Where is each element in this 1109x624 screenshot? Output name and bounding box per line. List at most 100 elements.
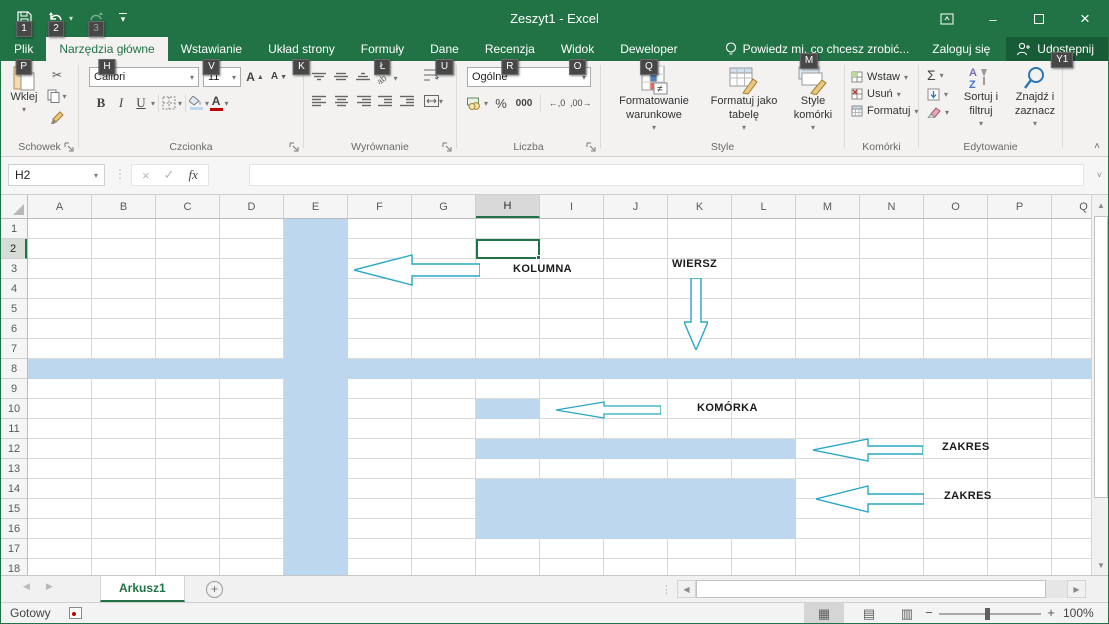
tab-formuły[interactable]: FormułyŁ [348,37,417,61]
scroll-down-icon[interactable]: ▼ [1092,555,1109,575]
tab-narzędzia-główne[interactable]: Narzędzia główneH [46,37,167,61]
italic-button[interactable]: I [111,94,131,112]
name-box[interactable]: H2 ▾ [8,164,105,186]
row-header-12[interactable]: 12 [1,439,27,459]
fill-handle[interactable] [536,255,541,260]
insert-function-button[interactable]: fx [189,167,198,183]
tab-wstawianie[interactable]: WstawianieV [168,37,255,61]
column-header-m[interactable]: M [796,195,860,218]
clear-button[interactable]: ▾ [927,104,949,120]
row-header-1[interactable]: 1 [1,219,27,239]
sort-filter-button[interactable]: A Z Sortuj i filtruj ▾ [955,65,1007,129]
row-header-18[interactable]: 18 [1,559,27,575]
row-header-11[interactable]: 11 [1,419,27,439]
row-header-14[interactable]: 14 [1,479,27,499]
align-top-button[interactable] [312,72,327,84]
tell-me-box[interactable]: Powiedz mi, co chcesz zrobić... M [719,37,916,61]
underline-button[interactable]: U [131,94,151,112]
column-header-a[interactable]: A [28,195,92,218]
align-middle-button[interactable] [334,72,349,84]
fill-color-button[interactable]: ▾ [189,94,209,112]
collapse-ribbon-button[interactable]: ˄ [1094,141,1100,152]
dialog-launcher-icon[interactable] [289,142,300,153]
increase-font-button[interactable]: A▲ [245,68,265,86]
row-header-7[interactable]: 7 [1,339,27,359]
tab-układ-strony[interactable]: Układ stronyK [255,37,348,61]
row-header-13[interactable]: 13 [1,459,27,479]
insert-cells-button[interactable]: Wstaw ▾ [851,69,908,85]
column-header-j[interactable]: J [604,195,668,218]
align-center-button[interactable] [334,95,349,107]
sheet-tab-arkusz1[interactable]: Arkusz1 [100,576,185,602]
increase-decimal-button[interactable]: ←,0 [547,94,567,112]
column-header-k[interactable]: K [668,195,732,218]
delete-cells-button[interactable]: Usuń ▾ [851,86,901,102]
format-cells-button[interactable]: Formatuj ▾ [851,103,918,119]
decrease-font-button[interactable]: A▼ [269,68,289,86]
tab-scrollbar-splitter[interactable]: ⋮ [661,583,672,596]
align-bottom-button[interactable] [356,72,371,84]
font-color-button[interactable]: A ▾ [209,94,229,112]
column-header-g[interactable]: G [412,195,476,218]
undo-button[interactable]: 2 [47,9,65,27]
minimize-button[interactable]: – [970,1,1016,37]
column-header-h[interactable]: H [476,195,540,218]
column-header-d[interactable]: D [220,195,284,218]
ribbon-display-options-button[interactable] [924,1,970,37]
expand-formula-bar-button[interactable]: ˅ [1097,170,1102,180]
column-header-o[interactable]: O [924,195,988,218]
next-sheet-icon[interactable]: ▶ [46,581,53,592]
tab-recenzja[interactable]: RecenzjaR [472,37,548,61]
cut-button[interactable]: ✂ [47,66,67,84]
comma-style-button[interactable]: 000 [514,94,534,112]
fill-button[interactable]: ▾ [927,86,948,102]
align-left-button[interactable] [312,95,327,107]
accounting-format-button[interactable]: ▾ [467,94,488,112]
column-header-f[interactable]: F [348,195,412,218]
normal-view-button[interactable]: ▦ [804,603,844,624]
row-header-17[interactable]: 17 [1,539,27,559]
formula-input[interactable] [249,164,1084,186]
align-right-button[interactable] [356,95,371,107]
dialog-launcher-icon[interactable] [586,142,597,153]
select-all-button[interactable] [1,195,28,219]
maximize-button[interactable] [1016,1,1062,37]
page-layout-view-button[interactable]: ▤ [849,603,889,624]
row-header-15[interactable]: 15 [1,499,27,519]
row-header-4[interactable]: 4 [1,279,27,299]
column-header-p[interactable]: P [988,195,1052,218]
row-header-10[interactable]: 10 [1,399,27,419]
copy-button[interactable]: ▾ [47,87,67,105]
find-select-button[interactable]: Znajdź i zaznacz ▾ [1009,65,1061,129]
tab-dane[interactable]: DaneU [417,37,472,61]
decrease-indent-button[interactable] [378,95,393,107]
row-header-3[interactable]: 3 [1,259,27,279]
scroll-left-icon[interactable]: ◀ [677,580,696,598]
dropdown-icon[interactable]: ▾ [439,97,443,106]
new-sheet-button[interactable]: + [206,581,223,598]
column-header-n[interactable]: N [860,195,924,218]
share-button[interactable]: Udostępnij Y1 [1006,37,1108,61]
save-button[interactable]: 1 [15,9,33,27]
merge-center-icon[interactable] [424,95,439,107]
tab-widok[interactable]: WidokO [548,37,607,61]
increase-indent-button[interactable] [400,95,415,107]
zoom-percentage[interactable]: 100% [1063,606,1094,620]
bold-button[interactable]: B [91,94,111,112]
column-header-q[interactable]: Q [1052,195,1091,218]
customize-qat-button[interactable]: ▾ [119,13,127,24]
column-header-e[interactable]: E [284,195,348,218]
formula-bar-splitter[interactable]: ⋮ [114,167,124,181]
record-macro-icon[interactable] [69,607,82,619]
vertical-scrollbar[interactable]: ▲ ▼ [1091,195,1109,575]
percent-style-button[interactable]: % [491,94,511,112]
vertical-scroll-thumb[interactable] [1094,216,1108,498]
zoom-slider-thumb[interactable] [985,608,990,620]
horizontal-scroll-thumb[interactable] [696,580,1046,598]
scroll-up-icon[interactable]: ▲ [1092,195,1109,215]
previous-sheet-icon[interactable]: ◀ [23,581,30,592]
dialog-launcher-icon[interactable] [442,142,453,153]
scroll-right-icon[interactable]: ▶ [1067,580,1086,598]
tab-deweloper[interactable]: DeweloperQ [607,37,690,61]
close-button[interactable]: × [1062,1,1108,37]
